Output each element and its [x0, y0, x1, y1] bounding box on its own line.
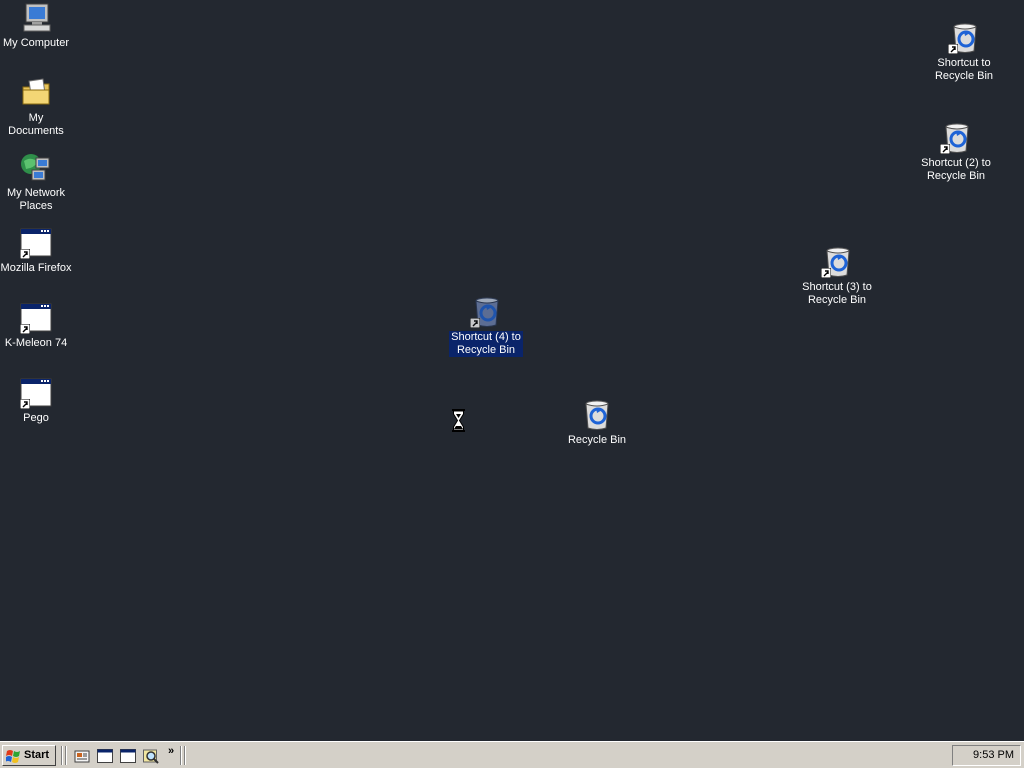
taskbar-separator: [180, 746, 182, 765]
shortcut-arrow-icon: [470, 318, 480, 328]
desktop-icon-label: Recycle Bin: [567, 434, 627, 446]
desktop-icon-recycle-bin[interactable]: Recycle Bin: [559, 399, 635, 447]
desktop-icon-my-computer[interactable]: My Computer: [0, 2, 74, 50]
recycle-bin-shortcut-icon: [470, 296, 502, 328]
desktop-icon-shortcut-3-recycle-bin[interactable]: Shortcut (3) to Recycle Bin: [799, 246, 875, 307]
clock[interactable]: 9:53 PM: [973, 749, 1014, 761]
desktop-icon-label: Shortcut (3) to Recycle Bin: [802, 281, 872, 306]
recycle-bin-shortcut-icon: [940, 122, 972, 154]
program-shortcut-icon: [20, 377, 52, 409]
desktop-icon-label: Shortcut (4) to Recycle Bin: [449, 331, 523, 357]
start-label: Start: [24, 749, 50, 761]
desktop-icon-label: My Network Places: [6, 187, 66, 212]
quick-launch-window-icon[interactable]: [97, 748, 113, 764]
shortcut-arrow-icon: [20, 249, 30, 259]
recycle-bin-icon: [581, 399, 613, 431]
network-places-icon: [20, 152, 52, 184]
desktop-icon-label: Shortcut to Recycle Bin: [934, 57, 994, 82]
shortcut-arrow-icon: [948, 44, 958, 54]
search-magnifier-icon[interactable]: [143, 748, 159, 764]
desktop-icon-label: My Documents: [8, 112, 64, 137]
my-documents-icon: [20, 77, 52, 109]
taskbar-separator: [184, 746, 186, 765]
program-shortcut-icon: [20, 227, 52, 259]
recycle-bin-shortcut-icon: [821, 246, 853, 278]
windows-logo-icon: [6, 750, 20, 763]
desktop-icon-label: Pego: [23, 412, 49, 424]
desktop-icon-k-meleon[interactable]: K-Meleon 74: [0, 302, 74, 350]
shortcut-arrow-icon: [20, 324, 30, 334]
quick-launch-chevron[interactable]: »: [168, 745, 174, 757]
desktop-icon-label: My Computer: [2, 37, 70, 49]
desktop-icon-shortcut-4-recycle-bin[interactable]: Shortcut (4) to Recycle Bin: [448, 296, 524, 357]
desktop-icon-mozilla-firefox[interactable]: Mozilla Firefox: [0, 227, 74, 275]
recycle-bin-shortcut-icon: [948, 22, 980, 54]
desktop-icon-label: K-Meleon 74: [4, 337, 68, 349]
start-button[interactable]: Start: [2, 745, 56, 766]
desktop-icon-my-network-places[interactable]: My Network Places: [0, 152, 74, 213]
shortcut-arrow-icon: [20, 399, 30, 409]
program-shortcut-icon: [20, 302, 52, 334]
taskbar-separator: [65, 746, 67, 765]
hourglass-cursor-icon: [452, 409, 465, 432]
desktop-icon-shortcut-2-recycle-bin[interactable]: Shortcut (2) to Recycle Bin: [918, 122, 994, 183]
desktop-icon-label: Mozilla Firefox: [0, 262, 72, 274]
quick-launch-window-icon[interactable]: [120, 748, 136, 764]
desktop-icon-shortcut-recycle-bin[interactable]: Shortcut to Recycle Bin: [926, 22, 1002, 83]
shortcut-arrow-icon: [940, 144, 950, 154]
desktop-icon-pego[interactable]: Pego: [0, 377, 74, 425]
desktop-icon-label: Shortcut (2) to Recycle Bin: [921, 157, 991, 182]
taskbar: Start » 9:53 PM: [0, 741, 1024, 768]
show-desktop-icon[interactable]: [74, 748, 90, 764]
desktop-icon-my-documents[interactable]: My Documents: [0, 77, 74, 138]
my-computer-icon: [20, 2, 52, 34]
shortcut-arrow-icon: [821, 268, 831, 278]
taskbar-separator: [61, 746, 63, 765]
system-tray: 9:53 PM: [952, 745, 1021, 766]
desktop[interactable]: My Computer My Documents My Network Plac…: [0, 0, 1024, 741]
